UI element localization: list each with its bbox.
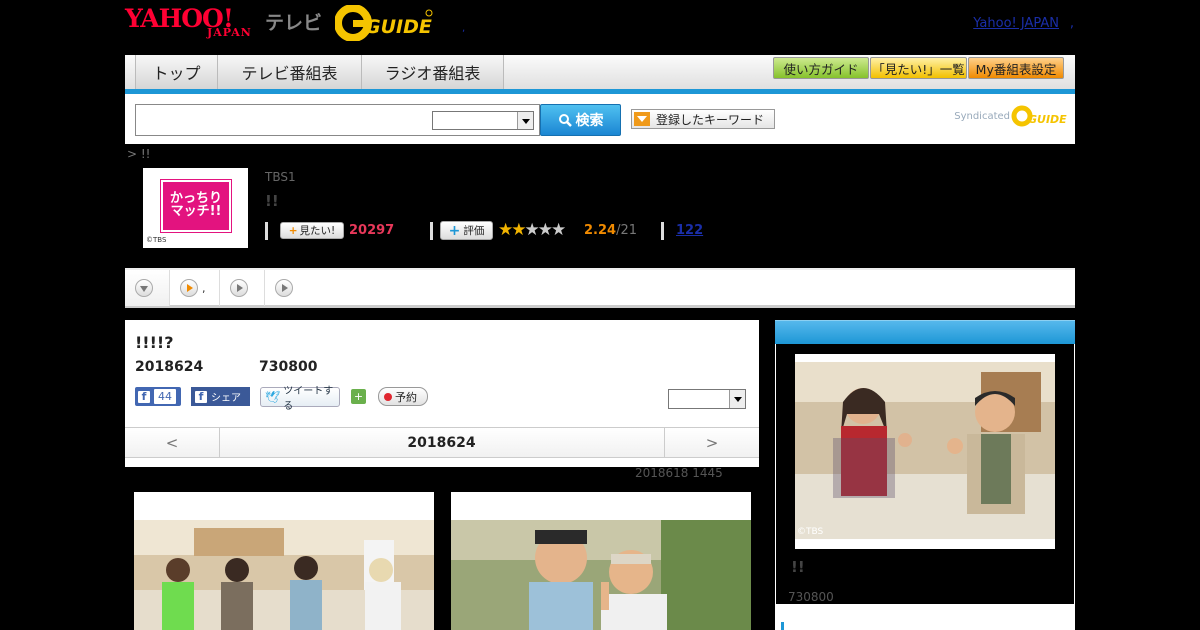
next-date-button[interactable]: > <box>664 428 759 457</box>
reserve-button[interactable]: 予約 <box>378 387 428 406</box>
last-updated: 2018618 1445 <box>635 466 723 480</box>
tab-tv-listings[interactable]: テレビ番組表 <box>218 55 362 89</box>
play-icon <box>230 279 248 297</box>
yahoo-japan-link[interactable]: Yahoo! JAPAN <box>973 16 1059 31</box>
chevron-down-icon <box>135 279 153 297</box>
tab-top[interactable]: トップ <box>135 55 218 89</box>
header-link-sep: , <box>1069 16 1074 31</box>
tweet-button[interactable]: 🕊 ツイートする <box>260 386 340 412</box>
side-cast-name: !! <box>791 558 805 576</box>
broadcast-date: 2018624 <box>135 359 204 375</box>
plus-icon: + <box>288 224 298 237</box>
star-icon: ★ <box>537 220 553 240</box>
twitter-bird-icon: 🕊 <box>265 390 281 404</box>
search-button[interactable]: 検索 <box>540 104 621 136</box>
pager-current-date: 2018624 <box>407 434 476 451</box>
facebook-share-button[interactable]: f シェア <box>191 387 250 406</box>
side-panel-header <box>775 320 1075 344</box>
search-button-label: 検索 <box>575 113 604 129</box>
rating-score: 2.24/21 <box>584 223 637 238</box>
subtab-2[interactable] <box>220 270 265 306</box>
want-to-watch-button[interactable]: + 見たい! <box>280 222 344 239</box>
facebook-share-label: シェア <box>211 393 241 404</box>
search-category-select[interactable] <box>432 111 534 130</box>
yahoo-japan-logo: JAPAN <box>207 26 252 39</box>
photo-card[interactable] <box>451 492 751 630</box>
dropdown-arrow-icon <box>634 112 650 126</box>
tv-logo[interactable]: テレビ <box>265 8 322 35</box>
rating-stars: ★★★★★ <box>498 220 566 240</box>
side-photo-copyright: ©TBS <box>797 527 824 537</box>
svg-text:GUIDE: GUIDE <box>365 16 432 38</box>
broadcast-time: 730800 <box>259 359 318 375</box>
chevron-down-icon <box>729 390 745 408</box>
date-pager: < 2018624 > <box>125 427 759 458</box>
program-thumbnail[interactable]: かっちり マッチ!! ©TBS <box>143 168 248 248</box>
breadcrumb[interactable]: > !! <box>127 147 151 161</box>
syndicated-label: Syndicated <box>954 111 1010 122</box>
thumbnail-copyright: ©TBS <box>146 236 167 244</box>
my-listing-settings-button[interactable]: My番組表設定 <box>968 57 1064 79</box>
bookmark-add-icon[interactable]: + <box>351 389 366 404</box>
subtab-3[interactable] <box>265 270 310 306</box>
episode-title: !!!!? <box>135 333 174 352</box>
rate-label: 評価 <box>463 225 485 237</box>
facebook-like-button[interactable]: f 44 <box>135 387 181 406</box>
header-dot: , <box>462 23 466 34</box>
sub-tabs: , <box>125 268 1075 308</box>
star-icon: ★ <box>498 220 513 240</box>
want-to-watch-label: 見たい! <box>299 225 336 237</box>
plus-icon: + <box>448 222 461 239</box>
tweet-label: ツイートする <box>283 386 334 412</box>
program-thumbnail-title: かっちり マッチ!! <box>161 180 231 232</box>
stat-divider <box>430 222 433 240</box>
subtab-1-label: , <box>202 281 206 295</box>
want-list-button[interactable]: 「見たい!」一覧 <box>870 57 967 79</box>
episode-select[interactable] <box>668 389 746 409</box>
want-to-watch-count: 20297 <box>349 223 395 238</box>
registered-keyword-button[interactable]: 登録したキーワード <box>631 109 775 129</box>
search-bar: 検索 登録したキーワード Syndicated GUIDE <box>125 94 1075 144</box>
facebook-icon: f <box>138 390 150 403</box>
side-panel-footer <box>776 604 1074 630</box>
rating-denominator: /21 <box>616 223 637 238</box>
rate-button[interactable]: + 評価 <box>440 221 493 240</box>
registered-keyword-label: 登録したキーワード <box>656 112 765 127</box>
reserve-label: 予約 <box>395 390 417 404</box>
accent-bar <box>781 622 784 630</box>
search-icon <box>558 114 572 127</box>
star-icon: ★ <box>551 220 566 240</box>
facebook-like-count: 44 <box>154 389 176 404</box>
episode-detail: !!!!? 2018624 730800 f 44 f シェア 🕊 ツイートする… <box>125 320 759 467</box>
subtab-expand[interactable] <box>125 270 170 306</box>
svg-text:GUIDE: GUIDE <box>1028 113 1067 126</box>
photo-card[interactable] <box>134 492 434 630</box>
rating-value: 2.24 <box>584 223 617 238</box>
usage-guide-button[interactable]: 使い方ガイド <box>773 57 869 79</box>
subtab-1[interactable]: , <box>170 270 220 306</box>
program-title: !! <box>265 192 279 210</box>
play-icon <box>275 279 293 297</box>
cast-photo <box>451 520 751 630</box>
cast-photo <box>134 520 434 630</box>
facebook-icon: f <box>195 390 207 403</box>
gguide-logo[interactable]: GUIDE <box>334 4 435 45</box>
tab-radio-listings[interactable]: ラジオ番組表 <box>362 55 504 89</box>
site-header: YAHOO! JAPAN テレビ GUIDE , Yahoo! JAPAN , <box>125 0 1075 55</box>
side-broadcast-time: 730800 <box>788 590 834 604</box>
stat-divider <box>661 222 664 240</box>
review-count-link[interactable]: 122 <box>676 223 703 238</box>
record-dot-icon <box>384 392 392 401</box>
star-icon: ★ <box>511 220 526 240</box>
prev-date-button[interactable]: < <box>125 428 220 457</box>
syndicated-gguide-logo: GUIDE <box>1011 104 1067 132</box>
stat-divider <box>265 222 268 240</box>
chevron-down-icon <box>517 112 533 129</box>
star-icon: ★ <box>524 220 540 240</box>
play-icon <box>180 279 198 297</box>
channel-name: TBS1 <box>265 170 296 184</box>
side-cast-photo[interactable]: ©TBS <box>795 354 1055 549</box>
